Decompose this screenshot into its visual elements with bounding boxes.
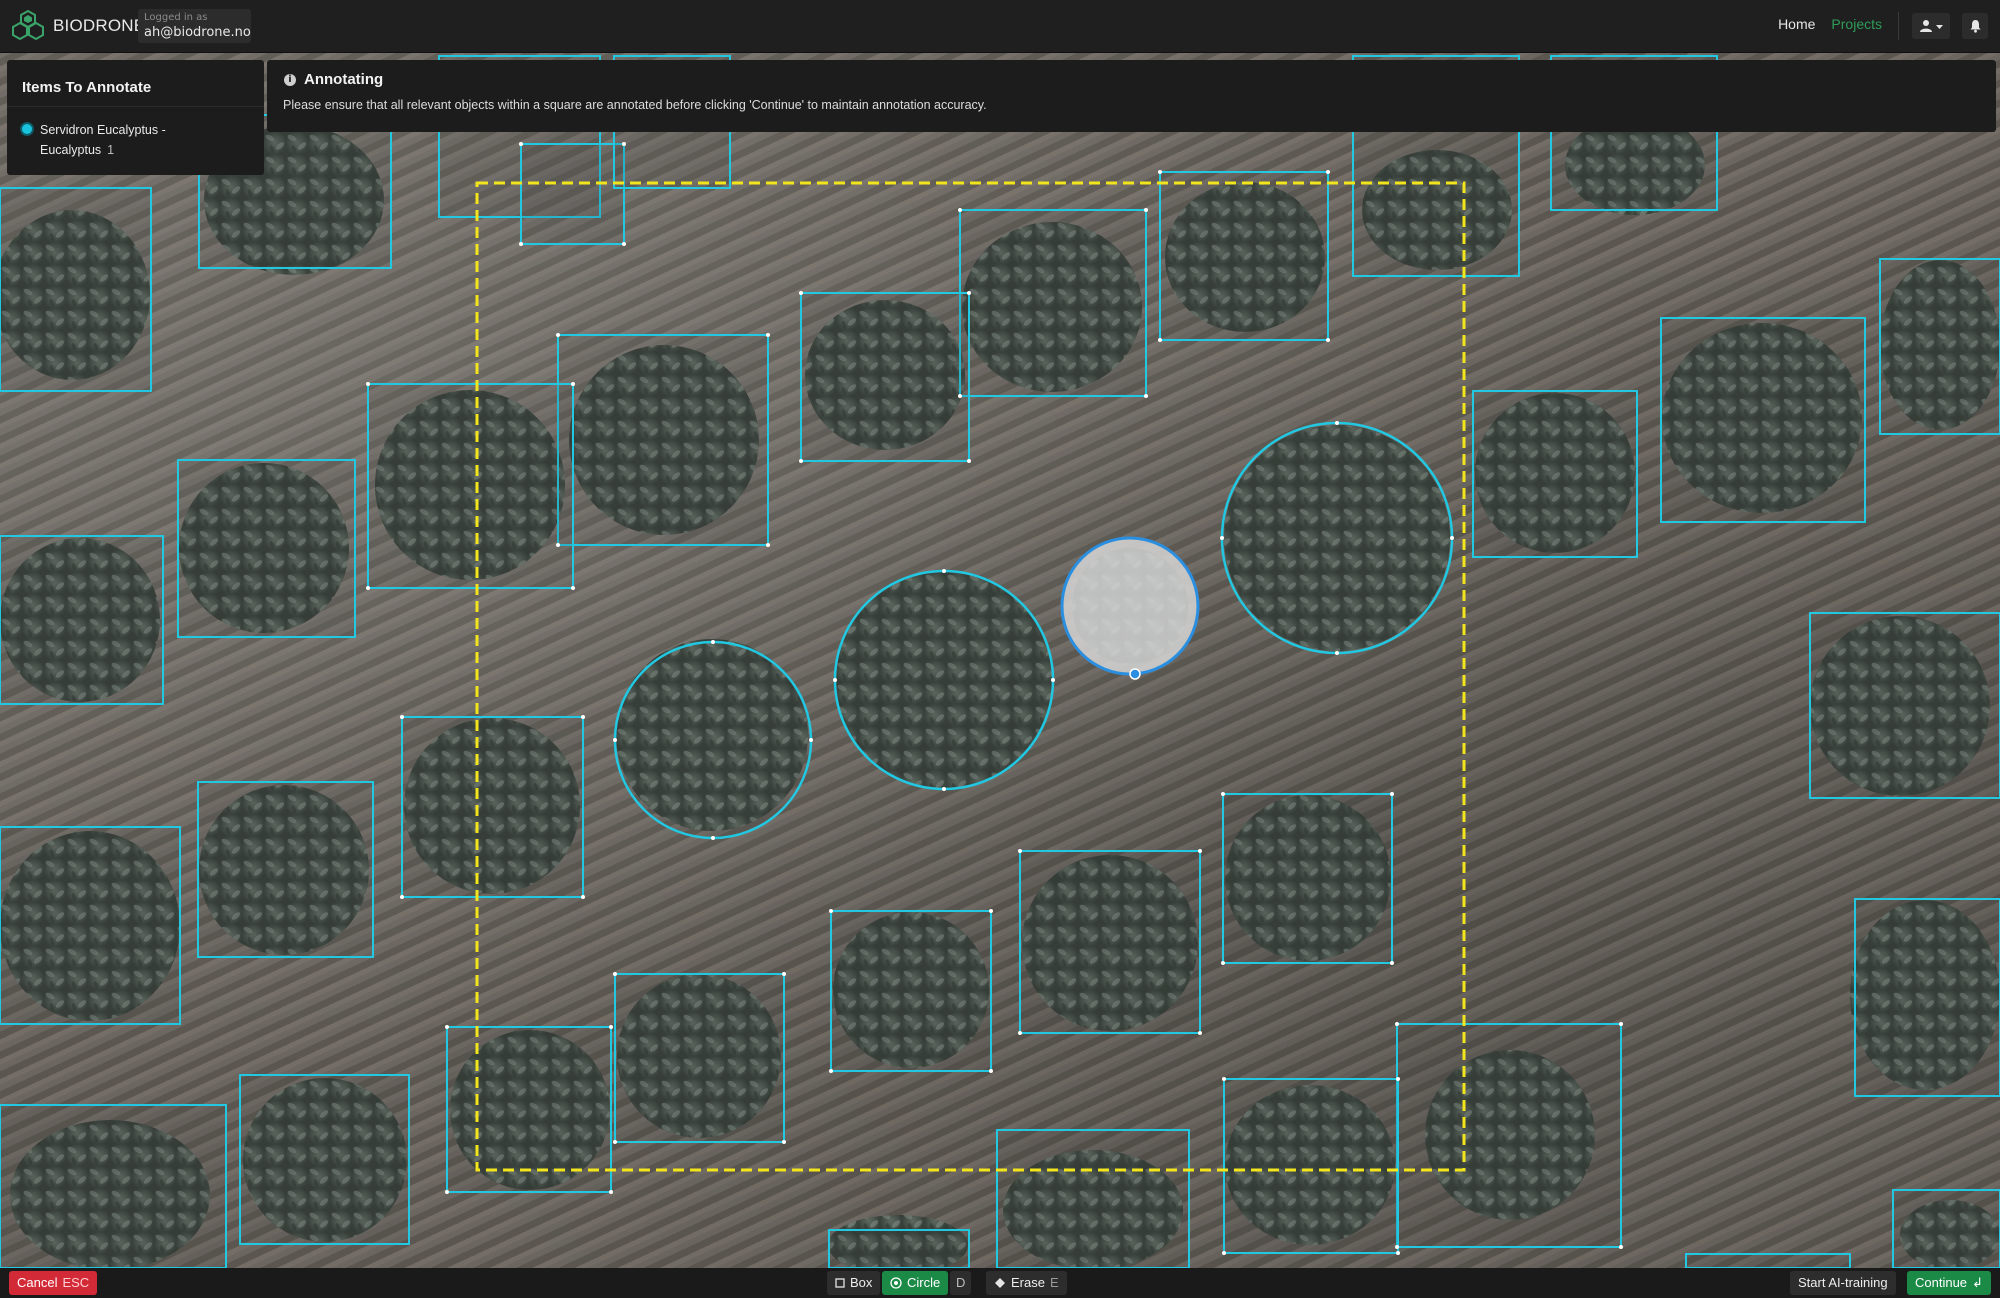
- item-count: 1: [107, 143, 115, 157]
- box-annotation: [446, 1026, 612, 1193]
- erase-tool-label: Erase: [1011, 1275, 1045, 1290]
- eraser-icon: [995, 1278, 1005, 1288]
- annotation-layer[interactable]: [0, 52, 2000, 1268]
- box-annotation: [177, 459, 356, 638]
- box-annotation: [959, 209, 1147, 397]
- box-annotation: [1660, 317, 1866, 523]
- box-tool-label: Box: [850, 1275, 873, 1290]
- items-panel-divider: [7, 106, 264, 107]
- box-annotation: [401, 716, 584, 898]
- cancel-label: Cancel: [17, 1275, 58, 1290]
- annotating-info-banner: i Annotating Please ensure that all rele…: [267, 60, 1996, 132]
- circle-annotation: [1220, 421, 1454, 655]
- items-panel-title: Items To Annotate: [22, 79, 152, 96]
- nav-projects-link[interactable]: Projects: [1831, 16, 1882, 32]
- bottom-toolbar: Cancel ESC Box Circle D Erase E Start AI…: [0, 1268, 2000, 1298]
- nav-links: Home Projects: [1778, 16, 1882, 32]
- brand[interactable]: BIODRONE: [11, 9, 145, 43]
- circle-shortcut: D: [950, 1271, 972, 1295]
- enter-key-icon: ↲: [1972, 1275, 1983, 1290]
- box-annotation: [996, 1129, 1190, 1268]
- box-annotation: [1396, 1023, 1622, 1248]
- item-color-dot: [22, 124, 32, 134]
- box-annotation: [1472, 390, 1638, 558]
- annotation-canvas[interactable]: Items To Annotate Servidron Eucalyptus -…: [0, 52, 2000, 1268]
- box-annotation: [0, 826, 181, 1025]
- continue-label: Continue: [1915, 1275, 1968, 1290]
- continue-button[interactable]: Continue ↲: [1907, 1271, 1991, 1295]
- box-annotation: [197, 781, 374, 958]
- info-message: Please ensure that all relevant objects …: [283, 98, 987, 112]
- box-tool-button[interactable]: Box: [827, 1271, 881, 1295]
- square-icon: [835, 1278, 845, 1288]
- box-annotation: [0, 1104, 227, 1268]
- item-entry[interactable]: Servidron Eucalyptus - Eucalyptus 1: [40, 120, 240, 160]
- bell-icon: [1970, 20, 1980, 33]
- box-annotation: [1892, 1189, 2000, 1268]
- circle-dot-icon: [890, 1277, 902, 1289]
- box-annotation: [614, 973, 785, 1143]
- box-annotation: [0, 187, 152, 392]
- circle-annotation: [613, 640, 813, 840]
- box-annotation: [828, 1229, 970, 1268]
- box-annotation: [1222, 793, 1393, 964]
- box-annotation: [1809, 612, 2000, 799]
- box-annotation: [1159, 171, 1329, 341]
- box-annotation: [1854, 898, 2000, 1097]
- box-annotation: [1223, 1078, 1399, 1254]
- box-annotation: [0, 535, 164, 705]
- box-annotation: [520, 143, 625, 245]
- box-annotation: [1685, 1253, 1851, 1268]
- top-navbar: BIODRONE Logged in as ah@biodrone.no Hom…: [0, 0, 2000, 53]
- items-to-annotate-panel: Items To Annotate Servidron Eucalyptus -…: [7, 60, 264, 175]
- resize-handle: [1129, 668, 1141, 680]
- info-icon: i: [284, 74, 296, 86]
- cancel-button[interactable]: Cancel ESC: [9, 1271, 98, 1295]
- nav-divider: [1898, 12, 1899, 40]
- user-icon: [1920, 20, 1932, 32]
- circle-tool-button[interactable]: Circle: [882, 1271, 949, 1295]
- box-annotation: [1879, 258, 2000, 435]
- notifications-button[interactable]: [1962, 13, 1988, 39]
- box-annotation: [830, 910, 992, 1072]
- cancel-shortcut: ESC: [62, 1275, 90, 1290]
- hexagon-logo-icon: [12, 9, 44, 41]
- erase-shortcut: E: [1049, 1275, 1059, 1290]
- login-email: ah@biodrone.no: [144, 25, 251, 40]
- nav-home-link[interactable]: Home: [1778, 16, 1815, 32]
- item-label: Servidron Eucalyptus - Eucalyptus: [40, 123, 166, 157]
- circle-annotation: [833, 569, 1055, 791]
- box-annotation: [239, 1074, 410, 1245]
- user-menu-button[interactable]: [1912, 13, 1950, 39]
- box-annotation: [557, 334, 769, 546]
- info-title: Annotating: [304, 71, 384, 88]
- logged-in-box: Logged in as ah@biodrone.no: [138, 9, 251, 43]
- ai-training-label: Start AI-training: [1798, 1275, 1888, 1290]
- box-annotation: [1019, 850, 1201, 1034]
- box-annotation: [367, 383, 574, 589]
- box-annotation: [800, 292, 970, 462]
- caret-down-icon: [1936, 24, 1943, 29]
- circle-tool-label: Circle: [907, 1275, 941, 1290]
- start-ai-training-button[interactable]: Start AI-training: [1790, 1271, 1896, 1295]
- erase-tool-button[interactable]: Erase E: [986, 1271, 1067, 1295]
- brand-name: BIODRONE: [53, 16, 146, 35]
- selected-circle-annotation[interactable]: [1060, 536, 1200, 680]
- login-caption: Logged in as: [144, 12, 208, 23]
